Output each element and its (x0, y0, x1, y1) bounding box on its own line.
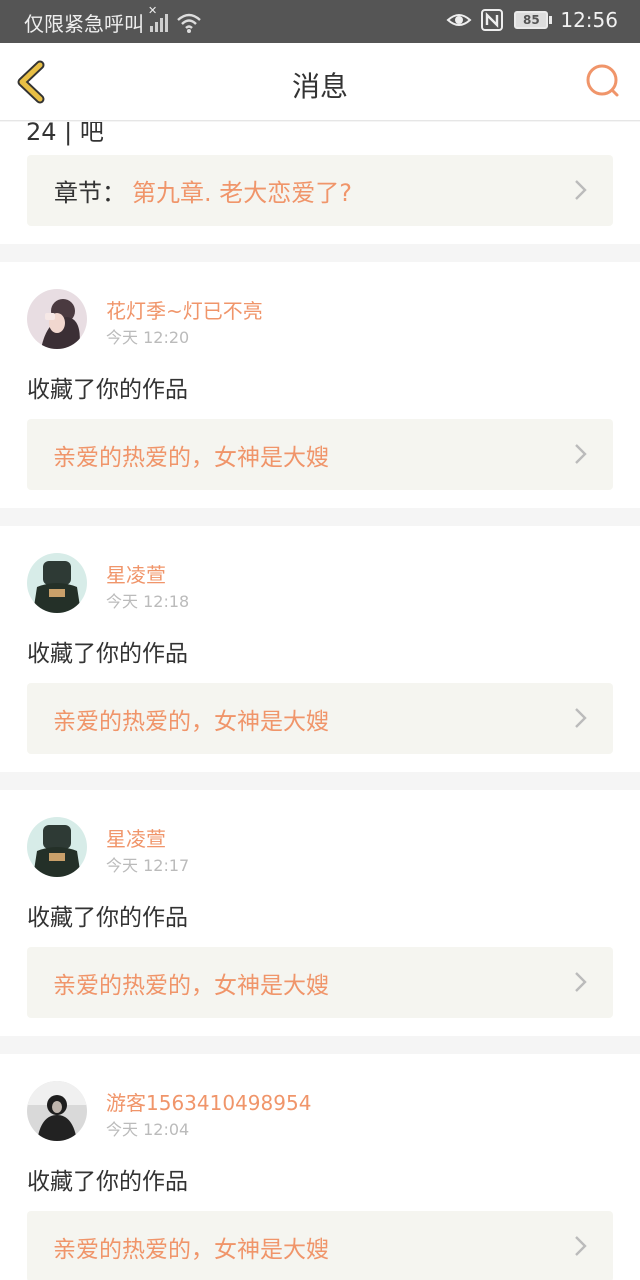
avatar[interactable] (27, 817, 87, 877)
nav-bar: 消息 (0, 43, 640, 121)
search-icon (586, 64, 619, 97)
page-title: 消息 (291, 70, 348, 103)
message-action: 收藏了你的作品 (27, 641, 188, 667)
signal-x-icon: ✕ (148, 4, 170, 34)
work-link[interactable]: 亲爱的热爱的，女神是大嫂 (27, 419, 613, 490)
battery-icon: 85 (514, 11, 553, 29)
work-title: 亲爱的热爱的，女神是大嫂 (53, 1236, 329, 1263)
partial-text: 24 | 吧 (26, 122, 104, 146)
message-time: 今天 12:17 (106, 856, 190, 875)
message-card: 星凌萱 今天 12:17 收藏了你的作品 亲爱的热爱的，女神是大嫂 (0, 790, 640, 1036)
eye-icon (446, 14, 472, 26)
work-title: 亲爱的热爱的，女神是大嫂 (53, 708, 329, 735)
message-time: 今天 12:04 (106, 1120, 190, 1139)
username[interactable]: 游客1563410498954 (106, 1087, 311, 1116)
chapter-prefix: 章节： (54, 179, 126, 207)
message-card: 24 | 吧 章节： 第九章. 老大恋爱了? (0, 122, 640, 244)
chevron-right-icon (575, 708, 587, 728)
message-time: 今天 12:20 (106, 328, 190, 347)
avatar[interactable] (27, 289, 87, 349)
wifi-icon (177, 13, 201, 33)
message-time: 今天 12:18 (106, 592, 190, 611)
message-card: 游客1563410498954 今天 12:04 收藏了你的作品 亲爱的热爱的，… (0, 1054, 640, 1280)
username[interactable]: 花灯季~灯已不亮 (106, 295, 263, 324)
chevron-right-icon (575, 1236, 587, 1256)
message-action: 收藏了你的作品 (27, 905, 188, 931)
status-right: 85 12:56 (446, 8, 618, 32)
avatar[interactable] (27, 1081, 87, 1141)
chapter-link[interactable]: 章节： 第九章. 老大恋爱了? (27, 155, 613, 226)
status-left: 仅限紧急呼叫 ✕ (24, 4, 202, 37)
work-link[interactable]: 亲爱的热爱的，女神是大嫂 (27, 683, 613, 754)
username[interactable]: 星凌萱 (106, 559, 166, 588)
chevron-right-icon (575, 444, 587, 464)
message-card: 花灯季~灯已不亮 今天 12:20 收藏了你的作品 亲爱的热爱的，女神是大嫂 (0, 262, 640, 508)
nfc-icon (481, 9, 504, 31)
username[interactable]: 星凌萱 (106, 823, 166, 852)
battery-level: 85 (514, 11, 549, 29)
message-card: 星凌萱 今天 12:18 收藏了你的作品 亲爱的热爱的，女神是大嫂 (0, 526, 640, 772)
message-list[interactable]: 24 | 吧 章节： 第九章. 老大恋爱了? 花灯季~灯已不亮 今天 12:20 (0, 122, 640, 1280)
avatar[interactable] (27, 553, 87, 613)
status-time: 12:56 (560, 8, 618, 32)
message-action: 收藏了你的作品 (27, 1169, 188, 1195)
chevron-right-icon (575, 972, 587, 992)
chevron-right-icon (575, 180, 587, 200)
status-bar: 仅限紧急呼叫 ✕ 85 12:56 (0, 0, 640, 43)
carrier-text: 仅限紧急呼叫 (24, 12, 144, 36)
search-button[interactable] (578, 57, 628, 107)
work-link[interactable]: 亲爱的热爱的，女神是大嫂 (27, 1211, 613, 1280)
work-title: 亲爱的热爱的，女神是大嫂 (53, 444, 329, 471)
message-action: 收藏了你的作品 (27, 377, 188, 403)
work-link[interactable]: 亲爱的热爱的，女神是大嫂 (27, 947, 613, 1018)
chapter-title: 第九章. 老大恋爱了? (132, 179, 352, 207)
work-title: 亲爱的热爱的，女神是大嫂 (53, 972, 329, 999)
